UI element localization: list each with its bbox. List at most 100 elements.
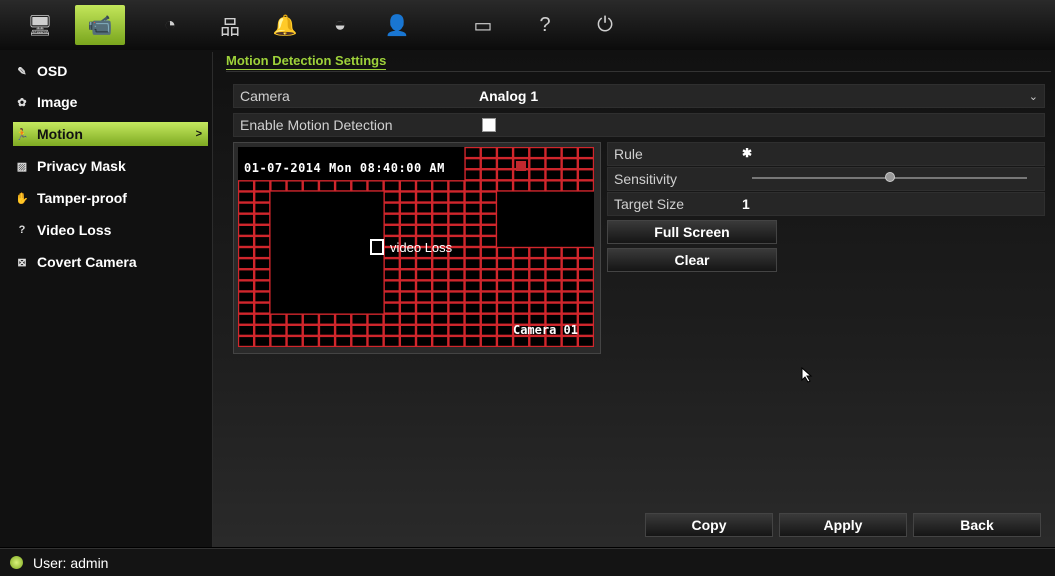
motion-grid-cell[interactable]: [545, 269, 562, 281]
copy-button[interactable]: Copy: [645, 513, 773, 537]
motion-grid-cell[interactable]: [529, 147, 546, 159]
user-icon[interactable]: 👤: [372, 5, 422, 45]
motion-grid-cell[interactable]: [448, 280, 465, 292]
motion-grid-cell[interactable]: [253, 302, 271, 314]
motion-grid-cell[interactable]: [383, 257, 401, 270]
motion-grid-cell[interactable]: [480, 169, 498, 181]
motion-grid-cell[interactable]: [529, 157, 546, 170]
motion-grid-cell[interactable]: [270, 180, 287, 192]
motion-grid-cell[interactable]: [318, 180, 336, 192]
motion-grid-cell[interactable]: [448, 324, 465, 337]
motion-grid-cell[interactable]: [480, 313, 498, 325]
motion-grid-cell[interactable]: [448, 224, 465, 237]
motion-grid-cell[interactable]: [545, 157, 562, 170]
motion-grid-cell[interactable]: [464, 224, 481, 237]
motion-grid-cell[interactable]: [334, 335, 352, 347]
motion-grid-cell[interactable]: [383, 202, 401, 214]
motion-grid-cell[interactable]: [529, 246, 546, 259]
motion-grid-cell[interactable]: [286, 180, 303, 192]
sensitivity-slider[interactable]: [752, 172, 1027, 182]
motion-grid-cell[interactable]: [415, 191, 433, 203]
motion-grid-cell[interactable]: [238, 180, 255, 192]
motion-grid-cell[interactable]: [238, 280, 255, 292]
motion-grid-cell[interactable]: [367, 313, 384, 325]
motion-grid-cell[interactable]: [399, 202, 417, 214]
motion-grid-cell[interactable]: [545, 257, 562, 270]
motion-grid-cell[interactable]: [318, 313, 336, 325]
motion-grid-cell[interactable]: [577, 169, 594, 181]
clear-button[interactable]: Clear: [607, 248, 777, 272]
motion-grid-cell[interactable]: [464, 235, 481, 248]
motion-grid-cell[interactable]: [431, 257, 449, 270]
motion-grid-cell[interactable]: [496, 291, 514, 303]
camera-icon[interactable]: 📹: [75, 5, 125, 45]
sidebar-item-covert-camera[interactable]: ⊠ Covert Camera: [13, 250, 208, 274]
motion-grid-cell[interactable]: [253, 335, 271, 347]
motion-grid-cell[interactable]: [238, 313, 255, 325]
motion-grid-cell[interactable]: [302, 180, 320, 192]
motion-grid-cell[interactable]: [448, 213, 465, 225]
motion-grid-cell[interactable]: [302, 335, 320, 347]
motion-grid-cell[interactable]: [496, 335, 514, 347]
alarm-bell-icon[interactable]: 🔔: [260, 5, 310, 45]
motion-grid-cell[interactable]: [512, 335, 530, 347]
motion-grid-cell[interactable]: [399, 324, 417, 337]
motion-grid-cell[interactable]: [253, 313, 271, 325]
motion-grid-cell[interactable]: [238, 291, 255, 303]
motion-grid-cell[interactable]: [415, 180, 433, 192]
motion-grid-cell[interactable]: [561, 157, 579, 170]
motion-grid-cell[interactable]: [318, 335, 336, 347]
motion-grid-cell[interactable]: [480, 246, 498, 259]
motion-grid-cell[interactable]: [399, 213, 417, 225]
motion-grid-cell[interactable]: [545, 280, 562, 292]
motion-grid-cell[interactable]: [545, 302, 562, 314]
motion-grid-cell[interactable]: [577, 147, 594, 159]
motion-grid-cell[interactable]: [464, 291, 481, 303]
motion-grid-cell[interactable]: [367, 335, 384, 347]
sidebar-item-image[interactable]: ✿ Image: [13, 90, 208, 114]
motion-grid-cell[interactable]: [512, 169, 530, 181]
motion-grid-cell[interactable]: [529, 169, 546, 181]
motion-grid-cell[interactable]: [415, 280, 433, 292]
motion-grid-cell[interactable]: [496, 180, 514, 192]
motion-grid-cell[interactable]: [351, 335, 368, 347]
motion-grid-cell[interactable]: [431, 180, 449, 192]
motion-grid-cell[interactable]: [383, 224, 401, 237]
motion-grid-cell[interactable]: [496, 246, 514, 259]
sidebar-item-tamper-proof[interactable]: ✋ Tamper-proof: [13, 186, 208, 210]
motion-grid-cell[interactable]: [577, 269, 594, 281]
motion-grid-cell[interactable]: [561, 335, 579, 347]
motion-grid-cell[interactable]: [512, 302, 530, 314]
motion-grid-cell[interactable]: [496, 280, 514, 292]
motion-grid-cell[interactable]: [561, 280, 579, 292]
motion-grid-cell[interactable]: [464, 147, 481, 159]
motion-grid-cell[interactable]: [545, 291, 562, 303]
gauge-icon[interactable]: ◔: [145, 5, 195, 45]
motion-grid-cell[interactable]: [383, 213, 401, 225]
motion-grid-cell[interactable]: [415, 335, 433, 347]
sidebar-item-privacy-mask[interactable]: ▨ Privacy Mask: [13, 154, 208, 178]
motion-grid-cell[interactable]: [399, 224, 417, 237]
motion-grid-cell[interactable]: [415, 202, 433, 214]
motion-grid-cell[interactable]: [577, 324, 594, 337]
motion-grid-cell[interactable]: [238, 257, 255, 270]
motion-grid-cell[interactable]: [238, 235, 255, 248]
motion-grid-cell[interactable]: [561, 180, 579, 192]
motion-grid-cell[interactable]: [448, 180, 465, 192]
motion-grid-cell[interactable]: [464, 169, 481, 181]
motion-grid-cell[interactable]: [253, 269, 271, 281]
apply-button[interactable]: Apply: [779, 513, 907, 537]
motion-grid-cell[interactable]: [545, 147, 562, 159]
hdd-icon[interactable]: ▭: [458, 5, 508, 45]
motion-grid-cell[interactable]: [415, 324, 433, 337]
motion-grid-cell[interactable]: [253, 191, 271, 203]
motion-grid-cell[interactable]: [431, 202, 449, 214]
motion-grid-cell[interactable]: [270, 313, 287, 325]
motion-grid-cell[interactable]: [431, 269, 449, 281]
motion-grid-cell[interactable]: [431, 191, 449, 203]
motion-grid-cell[interactable]: [334, 180, 352, 192]
camera-select[interactable]: Camera Analog 1 ⌄: [233, 84, 1045, 108]
motion-grid-cell[interactable]: [529, 302, 546, 314]
motion-grid-cell[interactable]: [496, 313, 514, 325]
motion-grid-cell[interactable]: [270, 335, 287, 347]
